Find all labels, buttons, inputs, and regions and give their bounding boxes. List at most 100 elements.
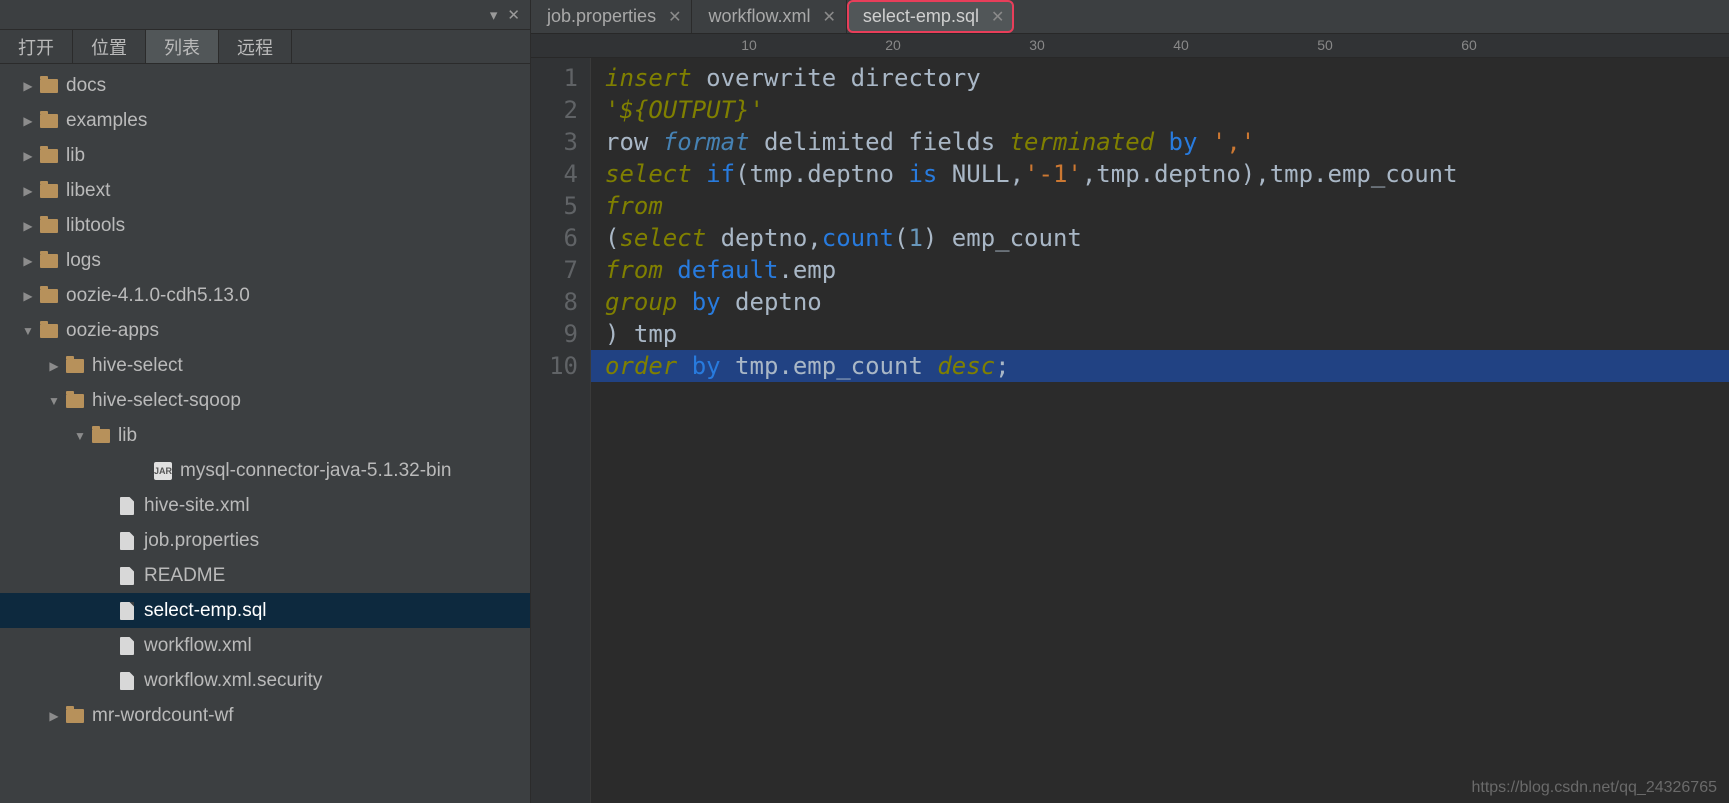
line-number: 10 (531, 350, 578, 382)
code-line[interactable]: from (605, 190, 1729, 222)
code-line[interactable]: insert overwrite directory (605, 62, 1729, 94)
line-number: 9 (531, 318, 578, 350)
close-icon[interactable]: ✕ (507, 6, 520, 24)
folder-icon (66, 359, 84, 373)
code-line[interactable]: group by deptno (605, 286, 1729, 318)
tree-file[interactable]: JARmysql-connector-java-5.1.32-bin (0, 453, 530, 488)
line-number: 6 (531, 222, 578, 254)
dropdown-icon[interactable]: ▾ (490, 6, 498, 24)
code-line[interactable]: from default.emp (605, 254, 1729, 286)
tree-folder[interactable]: ▶ oozie-4.1.0-cdh5.13.0 (0, 278, 530, 313)
code-line[interactable]: select if(tmp.deptno is NULL,'-1',tmp.de… (605, 158, 1729, 190)
tree-folder[interactable]: ▶ libtools (0, 208, 530, 243)
folder-icon (40, 184, 58, 198)
tree-folder[interactable]: ▶ docs (0, 68, 530, 103)
tree-folder[interactable]: ▼ hive-select-sqoop (0, 383, 530, 418)
tree-folder[interactable]: ▶hive-select (0, 348, 530, 383)
sidebar-top-bar: ▾ ✕ (0, 0, 530, 30)
expander-icon[interactable]: ▶ (20, 149, 36, 163)
line-number: 7 (531, 254, 578, 286)
editor-tab[interactable]: select-emp.sql✕ (847, 0, 1014, 33)
tree-label: libtools (66, 215, 125, 237)
gutter: 12345678910 (531, 58, 591, 803)
file-tree[interactable]: ▶docs▶examples▶lib▶libext▶libtools▶logs▶… (0, 64, 530, 803)
ruler-tick: 40 (1173, 37, 1189, 53)
ruler-tick: 50 (1317, 37, 1333, 53)
sidebar-tabs: 打开位置列表远程 (0, 30, 530, 64)
folder-icon (40, 79, 58, 93)
line-number: 8 (531, 286, 578, 318)
folder-icon (66, 394, 84, 408)
ruler: 102030405060 (531, 34, 1729, 58)
expander-icon[interactable]: ▶ (20, 289, 36, 303)
folder-icon (40, 289, 58, 303)
expander-icon[interactable]: ▼ (46, 394, 62, 408)
tree-label: docs (66, 75, 106, 97)
tree-folder[interactable]: ▶ examples (0, 103, 530, 138)
tab-close-icon[interactable]: ✕ (823, 7, 836, 27)
tree-file[interactable]: README (0, 558, 530, 593)
tree-file[interactable]: workflow.xml.security (0, 663, 530, 698)
expander-icon[interactable]: ▼ (20, 324, 36, 338)
tree-file[interactable]: select-emp.sql (0, 593, 530, 628)
tree-folder[interactable]: ▼lib (0, 418, 530, 453)
code-line[interactable]: order by tmp.emp_count desc; (591, 350, 1729, 382)
tree-folder[interactable]: ▶ mr-wordcount-wf (0, 698, 530, 733)
code-line[interactable]: ) tmp (605, 318, 1729, 350)
line-number: 3 (531, 126, 578, 158)
tab-label: workflow.xml (708, 6, 810, 27)
tree-folder[interactable]: ▶lib (0, 138, 530, 173)
line-number: 2 (531, 94, 578, 126)
sidebar-tab[interactable]: 位置 (73, 30, 146, 63)
sidebar-tab[interactable]: 打开 (0, 30, 73, 63)
tree-label: mysql-connector-java-5.1.32-bin (180, 460, 451, 482)
line-number: 1 (531, 62, 578, 94)
tree-label: README (144, 565, 225, 587)
folder-icon (40, 254, 58, 268)
code[interactable]: insert overwrite directory'${OUTPUT}'row… (591, 58, 1729, 803)
ruler-tick: 10 (741, 37, 757, 53)
expander-icon[interactable]: ▶ (20, 79, 36, 93)
watermark: https://blog.csdn.net/qq_24326765 (1471, 779, 1717, 797)
editor-tab[interactable]: job.properties ✕ (531, 0, 692, 33)
sidebar: ▾ ✕ 打开位置列表远程 ▶docs▶examples▶lib▶libext▶l… (0, 0, 531, 803)
expander-icon[interactable]: ▶ (20, 184, 36, 198)
file-icon (120, 497, 134, 515)
tab-label: job.properties (547, 6, 656, 27)
folder-icon (40, 114, 58, 128)
sidebar-tab[interactable]: 远程 (219, 30, 292, 63)
folder-icon (40, 219, 58, 233)
code-line[interactable]: row format delimited fields terminated b… (605, 126, 1729, 158)
tree-file[interactable]: job.properties (0, 523, 530, 558)
editor-tab[interactable]: workflow.xml ✕ (692, 0, 846, 33)
tree-folder[interactable]: ▶ logs (0, 243, 530, 278)
code-line[interactable]: '${OUTPUT}' (605, 94, 1729, 126)
folder-icon (40, 324, 58, 338)
tree-folder[interactable]: ▶libext (0, 173, 530, 208)
tab-close-icon[interactable]: ✕ (991, 7, 1004, 27)
tree-label: logs (66, 250, 101, 272)
tree-label: mr-wordcount-wf (92, 705, 233, 727)
tree-label: workflow.xml (144, 635, 252, 657)
tree-label: job.properties (144, 530, 259, 552)
tree-file[interactable]: hive-site.xml (0, 488, 530, 523)
tree-label: oozie-4.1.0-cdh5.13.0 (66, 285, 250, 307)
tree-label: hive-select-sqoop (92, 390, 241, 412)
tree-folder[interactable]: ▼oozie-apps (0, 313, 530, 348)
expander-icon[interactable]: ▶ (20, 114, 36, 128)
expander-icon[interactable]: ▶ (20, 219, 36, 233)
expander-icon[interactable]: ▶ (46, 709, 62, 723)
sidebar-tab[interactable]: 列表 (146, 30, 219, 63)
file-icon (120, 532, 134, 550)
tree-label: workflow.xml.security (144, 670, 322, 692)
expander-icon[interactable]: ▶ (20, 254, 36, 268)
tab-close-icon[interactable]: ✕ (668, 7, 681, 27)
code-line[interactable]: (select deptno,count(1) emp_count (605, 222, 1729, 254)
tree-file[interactable]: workflow.xml (0, 628, 530, 663)
file-icon (120, 602, 134, 620)
expander-icon[interactable]: ▶ (46, 359, 62, 373)
expander-icon[interactable]: ▼ (72, 429, 88, 443)
tree-label: examples (66, 110, 147, 132)
code-area: 12345678910 insert overwrite directory'$… (531, 58, 1729, 803)
editor: job.properties✕workflow.xml✕select-emp.s… (531, 0, 1729, 803)
